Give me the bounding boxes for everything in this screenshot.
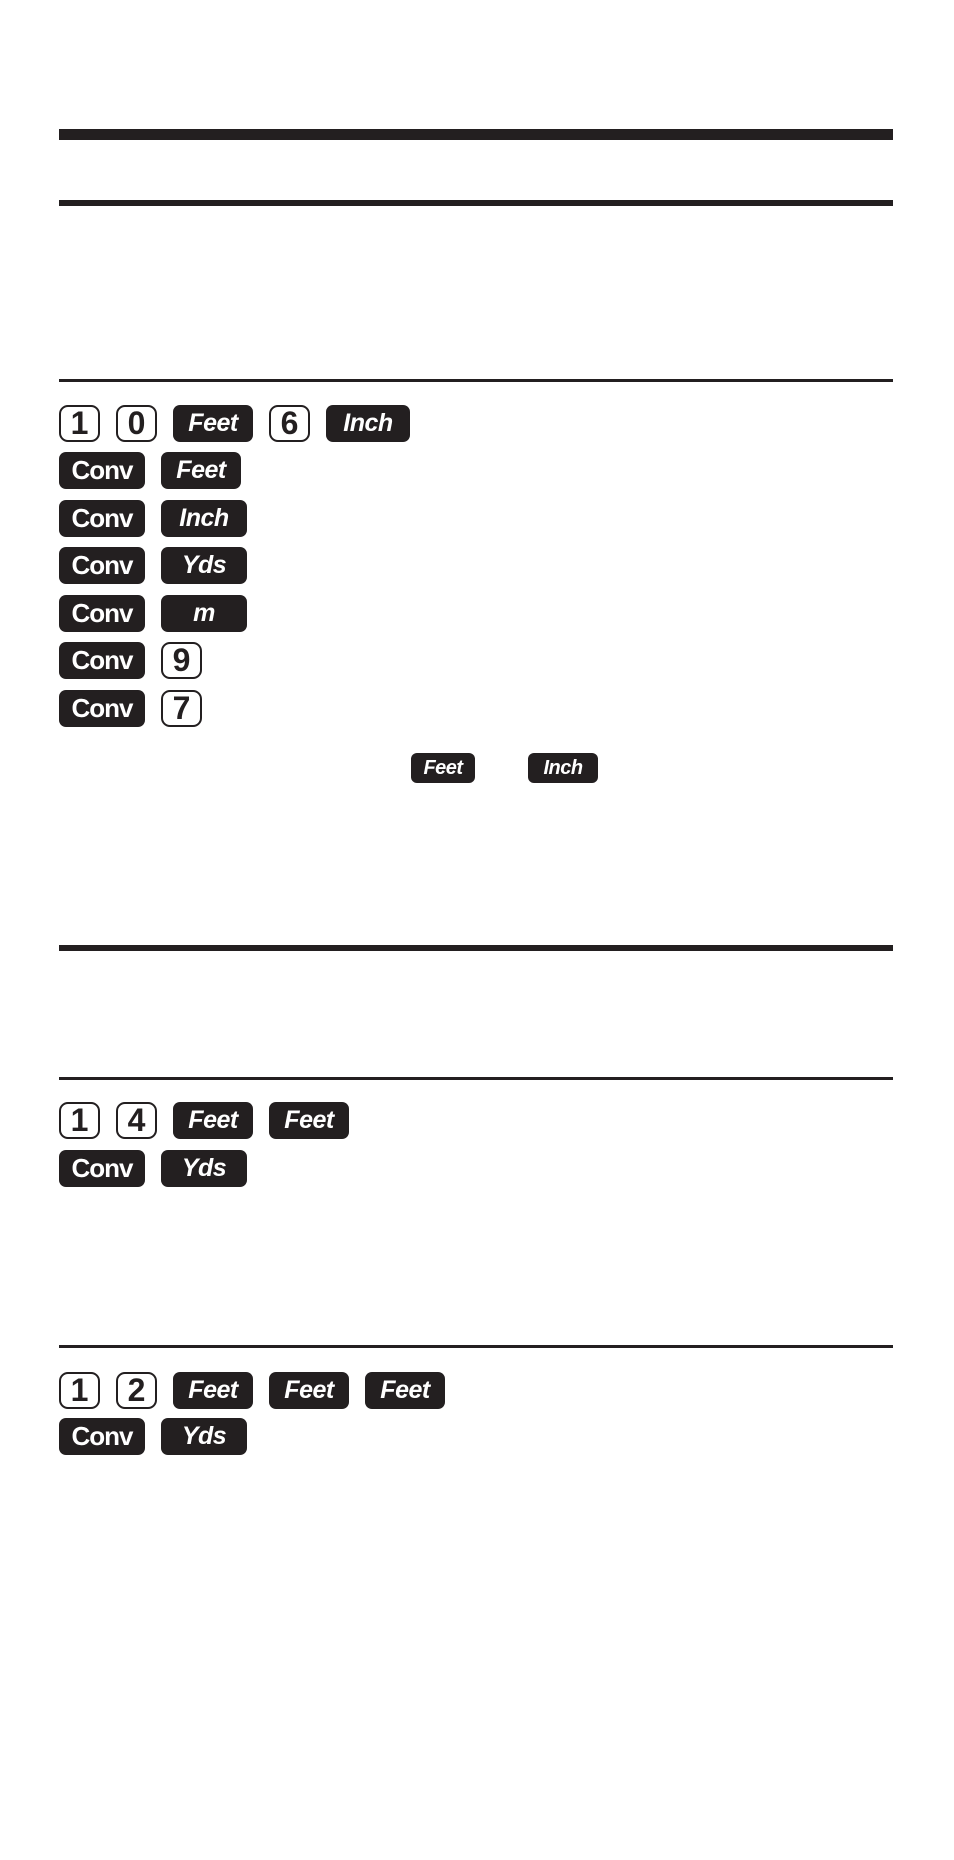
- key-inch: Inch: [161, 500, 247, 537]
- key-meters: m: [161, 595, 247, 632]
- section-rule: [59, 1077, 893, 1080]
- key-4: 4: [116, 1102, 157, 1139]
- key-feet: Feet: [173, 405, 253, 442]
- example2-entry-row: 1 4 Feet Feet: [59, 1102, 365, 1139]
- key-conv: Conv: [59, 547, 145, 584]
- key-yds: Yds: [161, 547, 247, 584]
- key-2: 2: [116, 1372, 157, 1409]
- conversion-row: Conv 7: [59, 690, 218, 727]
- key-conv: Conv: [59, 642, 145, 679]
- key-yds: Yds: [161, 1418, 247, 1455]
- section-rule-thick: [59, 945, 893, 951]
- key-1: 1: [59, 405, 100, 442]
- conversion-row: Conv m: [59, 595, 263, 632]
- key-yds: Yds: [161, 1150, 247, 1187]
- key-inch: Inch: [326, 405, 410, 442]
- example1-entry-row: 1 0 Feet 6 Inch: [59, 405, 426, 442]
- inline-key-inch: Inch: [528, 753, 598, 783]
- key-feet: Feet: [269, 1372, 349, 1409]
- key-conv: Conv: [59, 452, 145, 489]
- key-6: 6: [269, 405, 310, 442]
- example3-entry-row: 1 2 Feet Feet Feet: [59, 1372, 461, 1409]
- conversion-row: Conv Yds: [59, 547, 263, 584]
- key-feet: Feet: [173, 1372, 253, 1409]
- key-7: 7: [161, 690, 202, 727]
- key-feet: Feet: [365, 1372, 445, 1409]
- header-rule-thick: [59, 129, 893, 140]
- conversion-row: Conv Inch: [59, 500, 263, 537]
- key-feet: Feet: [173, 1102, 253, 1139]
- conversion-row: Conv Yds: [59, 1150, 263, 1187]
- key-1: 1: [59, 1372, 100, 1409]
- key-9: 9: [161, 642, 202, 679]
- key-conv: Conv: [59, 1418, 145, 1455]
- key-conv: Conv: [59, 1150, 145, 1187]
- conversion-row: Conv Yds: [59, 1418, 263, 1455]
- section-rule: [59, 379, 893, 382]
- key-conv: Conv: [59, 500, 145, 537]
- inline-key-feet: Feet: [411, 753, 475, 783]
- key-conv: Conv: [59, 595, 145, 632]
- conversion-row: Conv Feet: [59, 452, 257, 489]
- conversion-row: Conv 9: [59, 642, 218, 679]
- section-rule: [59, 1345, 893, 1348]
- key-feet: Feet: [269, 1102, 349, 1139]
- key-1: 1: [59, 1102, 100, 1139]
- key-conv: Conv: [59, 690, 145, 727]
- header-rule: [59, 200, 893, 206]
- key-0: 0: [116, 405, 157, 442]
- key-feet: Feet: [161, 452, 241, 489]
